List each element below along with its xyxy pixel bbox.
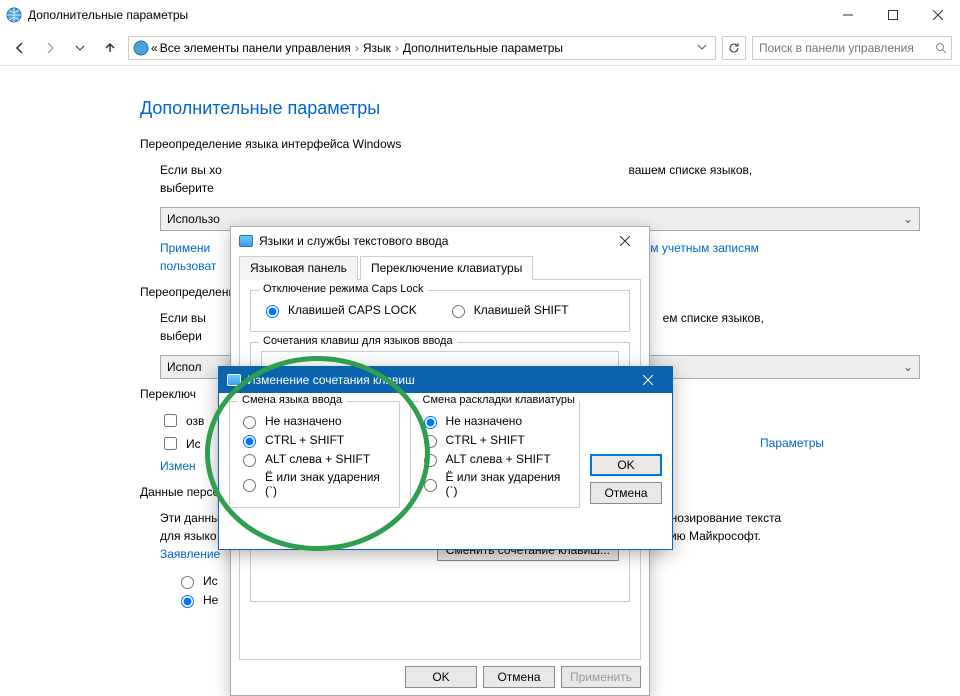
tab-language-bar[interactable]: Языковая панель [239,256,358,280]
cancel-button[interactable]: Отмена [483,666,555,688]
layout-group: Смена раскладки клавиатуры Не назначено … [410,401,581,508]
capslock-group: Отключение режима Caps Lock Клавишей CAP… [250,290,630,332]
section-header-ui-lang: Переопределение языка интерфейса Windows [140,137,820,151]
close-button[interactable] [915,0,960,30]
recent-button[interactable] [68,36,92,60]
group-label: Отключение режима Caps Lock [259,283,428,295]
radio-grave[interactable]: Ё или знак ударения (`) [419,470,572,498]
radio-ctrl-shift[interactable]: CTRL + SHIFT [238,432,391,448]
radio[interactable] [243,435,256,448]
privacy-link[interactable]: Заявление [160,547,220,561]
radio-alt-shift[interactable]: ALT слева + SHIFT [419,451,572,467]
radio-grave[interactable]: Ё или знак ударения (`) [238,470,391,498]
group-label: Смена языка ввода [238,394,346,406]
ok-button[interactable]: OK [405,666,477,688]
refresh-button[interactable] [722,36,746,60]
keyboard-icon [227,374,241,386]
radio[interactable] [452,305,465,318]
content-area: Дополнительные параметры Переопределение… [0,66,960,654]
tab-keyboard-switch[interactable]: Переключение клавиатуры [360,256,533,280]
radio[interactable] [266,305,279,318]
chevron-right-icon: › [393,41,401,55]
search-box[interactable] [752,36,952,60]
radio[interactable] [243,416,256,429]
dialog-buttons: OK Отмена Применить [231,660,649,694]
chevron-right-icon: › [353,41,361,55]
navigation-bar: « Все элементы панели управления › Язык … [0,30,960,66]
breadcrumb[interactable]: « Все элементы панели управления › Язык … [128,36,716,60]
breadcrumb-prefix: « [151,41,158,55]
radio-alt-shift[interactable]: ALT слева + SHIFT [238,451,391,467]
checkbox[interactable] [164,437,177,450]
breadcrumb-item[interactable]: Язык [363,41,391,55]
keyboard-icon [239,235,253,247]
radio[interactable] [424,454,437,467]
user-link[interactable]: пользоват [160,259,216,273]
search-icon [935,42,947,54]
checkbox[interactable] [164,414,177,427]
radio[interactable] [424,435,437,448]
radio-shift[interactable]: Клавишей SHIFT [447,302,569,318]
up-button[interactable] [98,36,122,60]
group-label: Сочетания клавиш для языков ввода [259,335,457,347]
apply-button[interactable]: Применить [561,666,641,688]
close-button[interactable] [628,368,668,392]
window-title: Дополнительные параметры [28,8,188,22]
apply-link[interactable]: Примени [160,241,210,255]
radio-none[interactable]: Не назначено [419,413,572,429]
radio-ctrl-shift[interactable]: CTRL + SHIFT [419,432,572,448]
close-button[interactable] [605,229,645,253]
group-label: Смена раскладки клавиатуры [419,394,579,406]
forward-button[interactable] [38,36,62,60]
radio-capslock[interactable]: Клавишей CAPS LOCK [261,302,417,318]
breadcrumb-dropdown[interactable] [693,41,711,55]
dialog-titlebar: Языки и службы текстового ввода [231,227,649,255]
page-title: Дополнительные параметры [140,98,820,119]
breadcrumb-icon [133,40,149,56]
back-button[interactable] [8,36,32,60]
radio[interactable] [424,479,437,492]
parameters-link[interactable]: Параметры [760,436,824,450]
tab-strip: Языковая панель Переключение клавиатуры [239,255,641,280]
dialog-title: Изменение сочетания клавиш [247,373,415,387]
radio[interactable] [424,416,437,429]
maximize-button[interactable] [870,0,915,30]
radio[interactable] [181,595,194,608]
chevron-down-icon: ⌄ [903,360,913,374]
ok-button[interactable]: OK [590,454,662,476]
window-titlebar: Дополнительные параметры [0,0,960,30]
dialog-titlebar: Изменение сочетания клавиш [219,367,672,393]
dialog-title: Языки и службы текстового ввода [259,234,448,248]
minimize-button[interactable] [825,0,870,30]
cancel-button[interactable]: Отмена [590,482,662,504]
breadcrumb-item[interactable]: Все элементы панели управления [160,41,351,55]
breadcrumb-item[interactable]: Дополнительные параметры [403,41,563,55]
radio[interactable] [243,454,256,467]
radio-none[interactable]: Не назначено [238,413,391,429]
change-link[interactable]: Измен [160,459,196,473]
search-input[interactable] [757,40,935,56]
chevron-down-icon: ⌄ [903,212,913,226]
input-language-group: Смена языка ввода Не назначено CTRL + SH… [229,401,400,508]
radio[interactable] [181,576,194,589]
section-text: Если вы хо вашем списке языков, выберите [160,161,820,197]
app-icon [6,7,22,23]
radio[interactable] [243,479,256,492]
change-hotkey-dialog: Изменение сочетания клавиш Смена языка в… [218,366,673,550]
